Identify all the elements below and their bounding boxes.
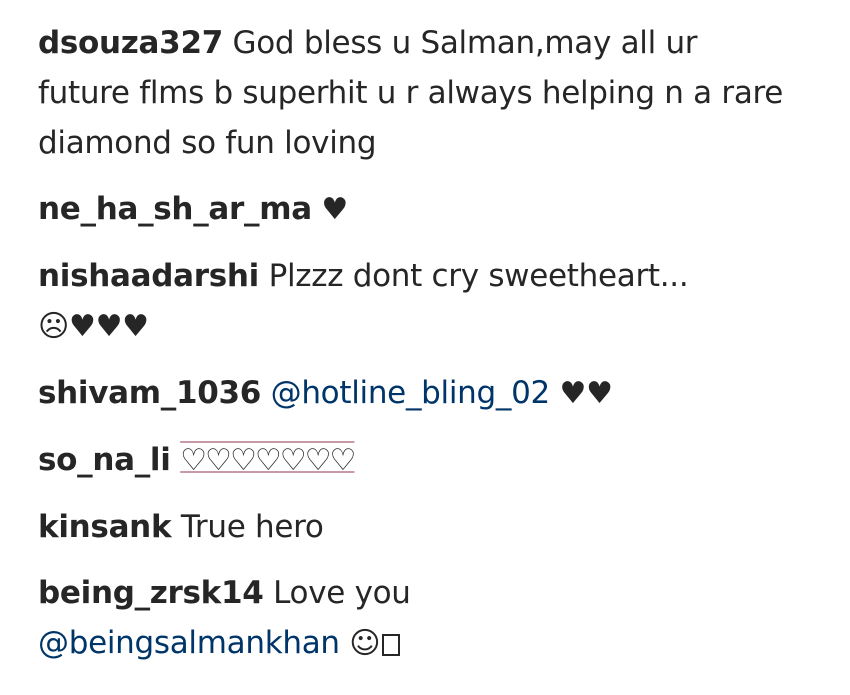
comment-text: True hero	[180, 509, 324, 545]
comment-item: shivam_1036 @hotline_bling_02 ♥♥	[38, 368, 798, 419]
comment-item: being_zrsk14 Love you @beingsalmankhan ☺	[38, 568, 798, 669]
comment-username[interactable]: shivam_1036	[38, 375, 261, 411]
comment-username[interactable]: being_zrsk14	[38, 575, 264, 611]
mention-link[interactable]: @beingsalmankhan	[38, 625, 340, 661]
mention-link[interactable]: @hotline_bling_02	[271, 375, 551, 411]
comment-text: Plzzz dont cry sweetheart...	[268, 258, 689, 294]
comment-item: dsouza327 God bless u Salman,may all ur …	[38, 18, 798, 168]
heart-outline-emoji: ♡♡♡♡♡♡♡	[180, 443, 356, 478]
comment-list: dsouza327 God bless u Salman,may all ur …	[0, 0, 850, 695]
comment-item: so_na_li ♡♡♡♡♡♡♡	[38, 435, 798, 486]
comment-text: Love you	[273, 575, 411, 611]
comment-item: kinsank True hero	[38, 502, 798, 552]
comment-username[interactable]: kinsank	[38, 509, 172, 545]
comment-item: ne_ha_sh_ar_ma ♥	[38, 184, 798, 235]
comment-username[interactable]: ne_ha_sh_ar_ma	[38, 191, 312, 227]
comment-username[interactable]: nishaadarshi	[38, 258, 259, 294]
sad-face-hearts-emoji: ☹♥♥♥	[38, 309, 149, 344]
heart-emoji: ♥♥	[559, 376, 613, 411]
missing-glyph-icon	[382, 634, 401, 656]
comment-username[interactable]: dsouza327	[38, 25, 223, 61]
comment-item: nishaadarshi Plzzz dont cry sweetheart..…	[38, 251, 798, 352]
comment-username[interactable]: so_na_li	[38, 442, 171, 478]
heart-emoji: ♥	[321, 192, 349, 227]
smiley-icon: ☺	[349, 626, 381, 661]
